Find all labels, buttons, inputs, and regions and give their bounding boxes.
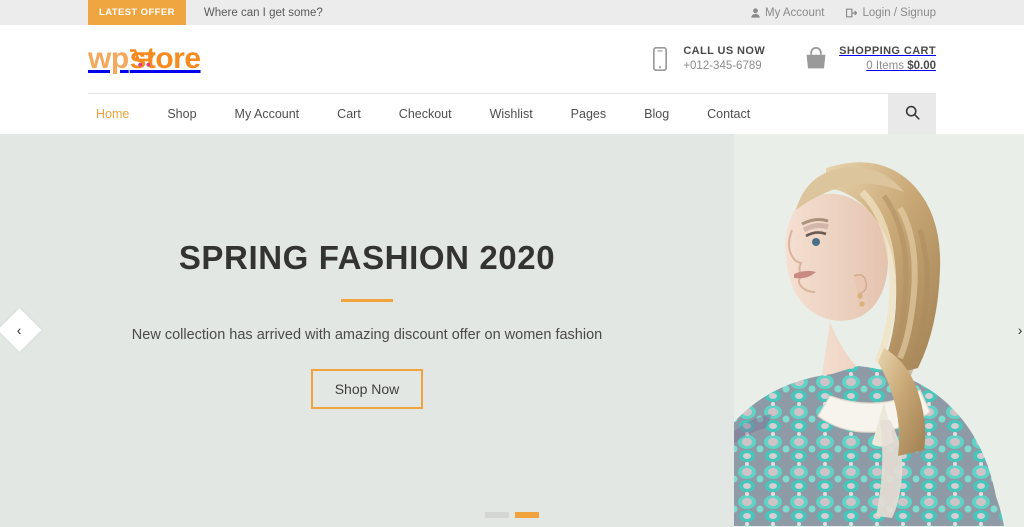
user-icon	[751, 7, 760, 18]
top-announcement-bar: LATEST OFFER Where can I get some? My Ac…	[0, 0, 1024, 25]
call-us-block: CALL US NOW +012-345-6789	[647, 44, 765, 74]
hero-model-photo	[734, 134, 1024, 527]
my-account-label: My Account	[765, 6, 825, 19]
nav-item-wishlist[interactable]: Wishlist	[471, 94, 552, 134]
nav-item-checkout[interactable]: Checkout	[380, 94, 471, 134]
nav-item-my-account[interactable]: My Account	[216, 94, 319, 134]
nav-item-blog[interactable]: Blog	[625, 94, 688, 134]
cart-amount: $0.00	[907, 59, 936, 72]
shopping-bag-icon	[803, 44, 829, 74]
search-icon	[905, 105, 920, 123]
my-account-link[interactable]: My Account	[751, 7, 824, 19]
nav-inner: Home Shop My Account Cart Checkout Wishlist Pa…	[88, 93, 936, 134]
nav-menu-list: Home Shop My Account Cart Checkout Wishlist Pa…	[88, 94, 769, 134]
cart-text: SHOPPING CART 0 Items $0.00	[839, 44, 936, 74]
login-signup-link[interactable]: Login / Signup	[846, 7, 936, 19]
login-icon	[846, 8, 858, 18]
carousel-dot-1[interactable]	[485, 512, 509, 518]
search-button[interactable]	[888, 94, 936, 134]
site-logo[interactable]: wp store	[88, 39, 201, 79]
top-bar-right: My Account Login / Signup	[751, 0, 936, 25]
header-inner: wp store CALL US NOW +012-345-6789 SHOPP…	[88, 25, 936, 93]
call-us-text: CALL US NOW +012-345-6789	[683, 44, 765, 74]
shopping-cart-block[interactable]: SHOPPING CART 0 Items $0.00	[803, 44, 936, 74]
hero-subtitle: New collection has arrived with amazing …	[131, 327, 603, 343]
cart-item-count: 0 Items	[866, 59, 905, 72]
call-us-title: CALL US NOW	[683, 44, 766, 57]
cart-title: SHOPPING CART	[839, 44, 936, 57]
nav-item-pages[interactable]: Pages	[552, 94, 625, 134]
nav-item-home[interactable]: Home	[88, 94, 148, 134]
hero-slider: SPRING FASHION 2020 New collection has a…	[0, 134, 1024, 527]
hero-title: SPRING FASHION 2020	[178, 239, 556, 276]
shop-now-button[interactable]: Shop Now	[310, 369, 424, 409]
hero-title-divider	[341, 299, 393, 302]
page-root: LATEST OFFER Where can I get some? My Ac…	[0, 0, 1024, 527]
main-navigation-bar: Home Shop My Account Cart Checkout Wishlist Pa…	[0, 93, 1024, 134]
cart-summary: 0 Items $0.00	[839, 59, 936, 75]
chevron-right-icon: ›	[1018, 321, 1023, 338]
carousel-dot-2[interactable]	[515, 512, 539, 518]
mobile-phone-icon	[647, 44, 673, 74]
nav-item-contact[interactable]: Contact	[688, 94, 769, 134]
latest-offer-badge: LATEST OFFER	[88, 0, 186, 25]
site-header: wp store CALL US NOW +012-345-6789 SHOPP…	[0, 25, 1024, 93]
login-signup-label: Login / Signup	[862, 6, 936, 19]
nav-item-shop[interactable]: Shop	[148, 94, 215, 134]
top-bar-left: LATEST OFFER Where can I get some?	[88, 0, 323, 25]
logo-text-wp: wp	[88, 42, 129, 75]
offer-question-text: Where can I get some?	[203, 6, 323, 19]
carousel-pagination	[0, 512, 1024, 518]
nav-item-cart[interactable]: Cart	[318, 94, 380, 134]
hero-text-block: SPRING FASHION 2020 New collection has a…	[0, 134, 734, 527]
top-bar-inner: LATEST OFFER Where can I get some? My Ac…	[88, 0, 936, 25]
shopping-cart-logo-icon	[129, 47, 156, 69]
chevron-left-icon: ‹	[17, 321, 22, 338]
header-right-info: CALL US NOW +012-345-6789 SHOPPING CART	[647, 44, 936, 74]
call-us-phone: +012-345-6789	[683, 59, 762, 72]
